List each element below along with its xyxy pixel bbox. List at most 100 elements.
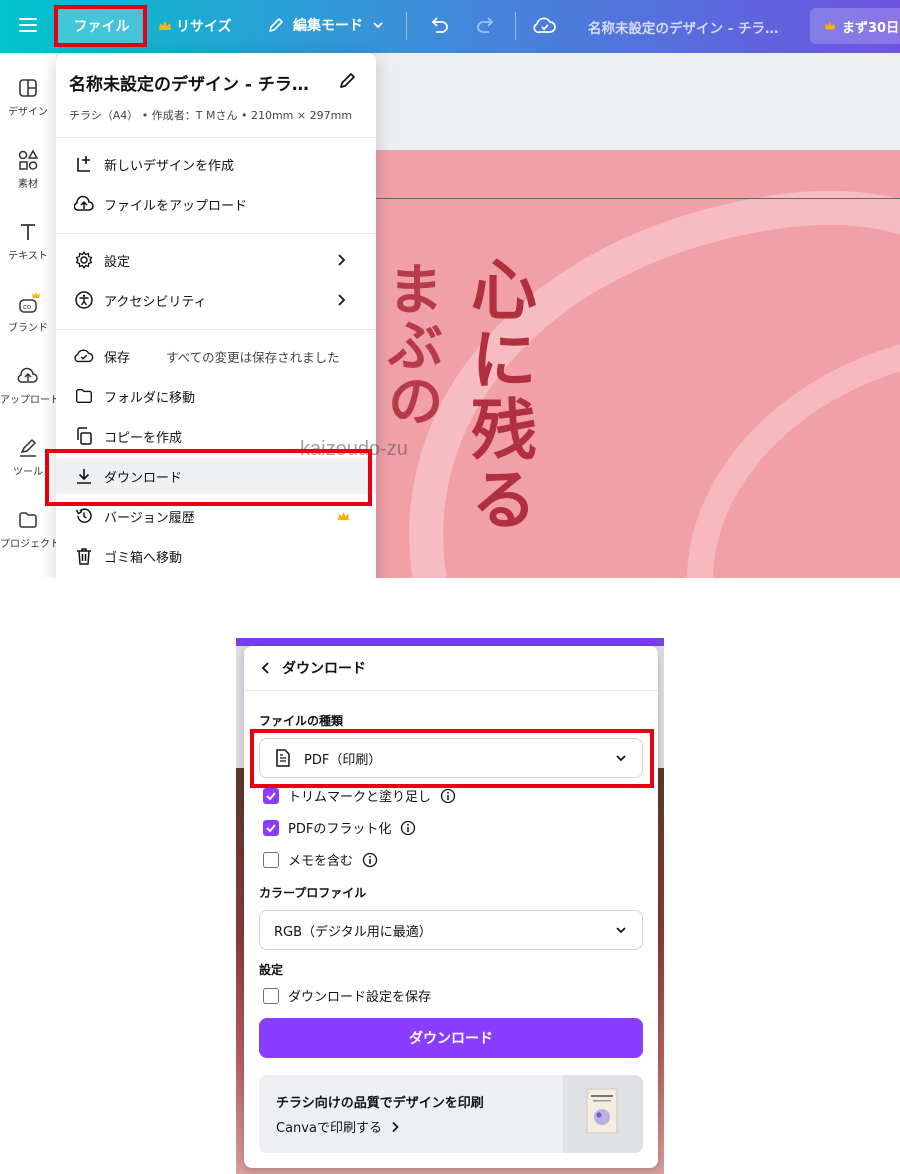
menu-item-accessibility[interactable]: アクセシビリティ (56, 282, 376, 318)
menu-item-label: フォルダに移動 (104, 390, 196, 406)
shapes-icon (18, 149, 39, 170)
menu-divider (56, 329, 376, 330)
download-panel: ダウンロード ファイルの種類 PDF（印刷） トリムマークと塗り足し PDFのフ… (244, 646, 658, 1168)
option-label: トリムマークと塗り足し (288, 790, 432, 805)
option-label: PDFのフラット化 (288, 822, 392, 837)
guide-line (370, 198, 900, 199)
sidebar-item-label: ブランド (8, 323, 48, 334)
sidebar-item-label: 素材 (18, 179, 38, 190)
flyer-thumbnail (563, 1075, 643, 1153)
cloud-saved-icon[interactable] (533, 14, 557, 36)
download-panel-title: ダウンロード (282, 661, 366, 677)
sidebar-item-design[interactable]: デザイン (0, 77, 56, 118)
resize-label: リサイズ (176, 19, 232, 35)
crown-icon (338, 511, 349, 520)
sidebar-item-projects[interactable]: プロジェクト (0, 509, 56, 550)
menu-item-label: 設定 (104, 254, 131, 270)
chevron-left-icon[interactable] (260, 661, 272, 675)
menu-divider (56, 233, 376, 234)
download-screenshot: ダウンロード ファイルの種類 PDF（印刷） トリムマークと塗り足し PDFのフ… (236, 638, 664, 1174)
download-button[interactable]: ダウンロード (259, 1018, 643, 1058)
folder-icon (19, 512, 37, 528)
menu-item-label: ゴミ箱へ移動 (104, 550, 183, 566)
sidebar-item-elements[interactable]: 素材 (0, 149, 56, 190)
info-icon[interactable] (362, 852, 378, 868)
flyer-image (586, 1088, 618, 1134)
sidebar-item-uploads[interactable]: アップロード (0, 365, 56, 406)
document-title[interactable]: 名称未設定のデザイン - チラ… (588, 17, 779, 37)
copy-icon (77, 427, 92, 445)
option-flatten-pdf[interactable]: PDFのフラット化 (263, 818, 416, 837)
resize-button[interactable]: リサイズ (158, 16, 232, 36)
menu-item-label: アクセシビリティ (104, 294, 207, 310)
sidebar-item-text[interactable]: テキスト (0, 221, 56, 262)
menu-divider (56, 137, 376, 138)
sidebar-item-brand[interactable]: co ブランド (0, 291, 56, 334)
menu-design-title: 名称未設定のデザイン - チラ… (69, 75, 309, 95)
pencil-icon (267, 16, 285, 34)
print-promo-card[interactable]: チラシ向けの品質でデザインを印刷 Canvaで印刷する (259, 1075, 643, 1153)
add-page-icon (77, 156, 90, 172)
cloud-upload-icon (17, 367, 38, 383)
sidebar-item-label: テキスト (8, 251, 48, 262)
menu-item-save[interactable]: 保存 すべての変更は保存されました (56, 338, 376, 374)
menu-item-label: 新しいデザインを作成 (104, 158, 235, 174)
promo-link-label: Canvaで印刷する (276, 1121, 382, 1136)
gear-icon (75, 251, 93, 269)
promo-title: チラシ向けの品質でデザインを印刷 (276, 1096, 484, 1111)
print-with-canva-link[interactable]: Canvaで印刷する (276, 1117, 400, 1136)
checkbox-checked[interactable] (263, 819, 279, 836)
menu-item-move-folder[interactable]: フォルダに移動 (56, 378, 376, 414)
edit-mode-label: 編集モード (293, 18, 363, 34)
text-icon (21, 224, 35, 240)
pencil-icon[interactable] (338, 70, 358, 90)
menu-item-settings[interactable]: 設定 (56, 242, 376, 278)
editor-screenshot: 心に残る まぶの ファイル リサイズ 編集モード 名称未設定のデザイン - チラ… (0, 0, 900, 578)
history-icon (75, 508, 92, 523)
accessibility-icon (75, 291, 93, 309)
chevron-down-icon (616, 927, 626, 934)
checkbox-unchecked[interactable] (263, 987, 279, 1004)
svg-text:co: co (23, 303, 31, 311)
menu-item-upload[interactable]: ファイルをアップロード (56, 186, 376, 222)
design-heading: 心に残る (460, 255, 537, 535)
edit-mode-button[interactable]: 編集モード (267, 15, 385, 35)
trash-icon (77, 548, 91, 565)
color-profile-value: RGB（デジタル用に最適） (274, 924, 432, 940)
option-trim-marks[interactable]: トリムマークと塗り足し (263, 786, 456, 805)
design-page[interactable]: 心に残る まぶの (370, 150, 900, 578)
settings-label: 設定 (259, 963, 284, 977)
menu-item-new-design[interactable]: 新しいデザインを作成 (56, 146, 376, 182)
menu-design-meta: チラシ（A4） • 作成者：T Mさん • 210mm × 297mm (69, 109, 353, 122)
trial-label: まず30日 (842, 20, 900, 36)
info-icon[interactable] (400, 820, 416, 836)
highlight-file-button (54, 5, 147, 47)
layout-icon (19, 79, 37, 97)
option-label: メモを含む (288, 854, 354, 869)
menu-item-trash[interactable]: ゴミ箱へ移動 (56, 538, 376, 574)
undo-icon[interactable] (428, 14, 450, 36)
sidebar-item-label: デザイン (8, 107, 48, 118)
checkbox-unchecked[interactable] (263, 851, 279, 868)
crown-icon (824, 21, 836, 31)
highlight-file-type-select (250, 729, 654, 788)
cloud-upload-icon (74, 195, 94, 211)
toolbar-divider (406, 12, 407, 40)
header-divider (244, 690, 658, 691)
download-panel-header[interactable]: ダウンロード (244, 646, 658, 690)
menu-item-label: コピーを作成 (104, 430, 183, 446)
chevron-right-icon (338, 294, 346, 306)
cloud-check-icon (74, 349, 94, 363)
checkbox-checked[interactable] (263, 787, 279, 804)
sidebar-item-label: プロジェクト (0, 539, 56, 550)
option-save-settings[interactable]: ダウンロード設定を保存 (263, 986, 431, 1005)
option-include-notes[interactable]: メモを含む (263, 850, 378, 869)
menu-item-label: バージョン履歴 (104, 510, 195, 526)
redo-icon[interactable] (475, 14, 497, 36)
trial-button[interactable]: まず30日 (810, 8, 900, 44)
color-profile-label: カラープロファイル (259, 886, 367, 900)
color-profile-select[interactable]: RGB（デジタル用に最適） (259, 910, 643, 950)
menu-icon[interactable] (18, 15, 38, 35)
toolbar-divider (515, 12, 516, 40)
info-icon[interactable] (440, 788, 456, 804)
